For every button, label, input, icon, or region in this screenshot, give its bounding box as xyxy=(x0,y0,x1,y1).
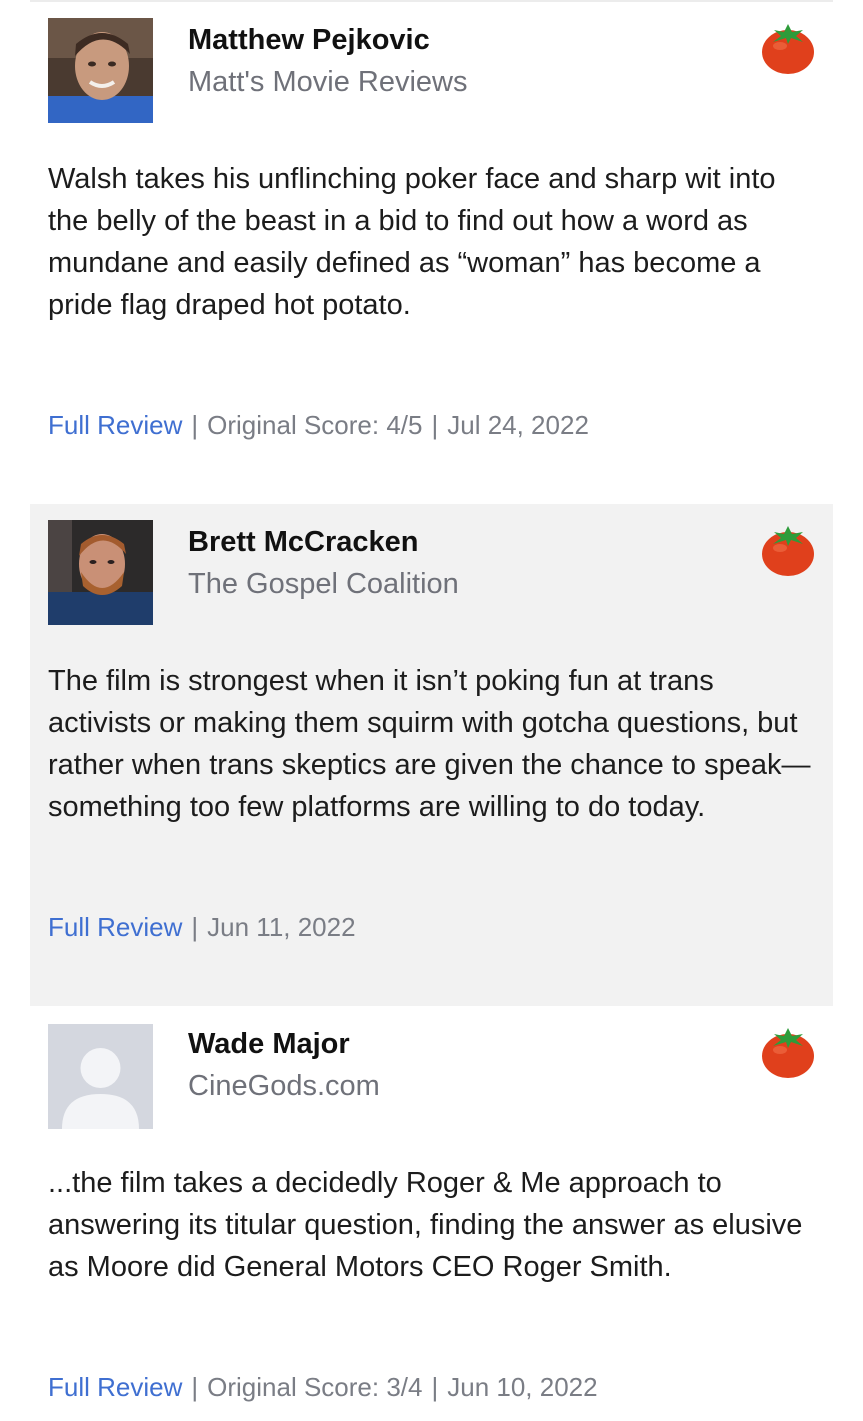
full-review-link[interactable]: Full Review xyxy=(48,1372,182,1402)
publication-name[interactable]: The Gospel Coalition xyxy=(188,568,459,601)
original-score: Original Score: 3/4 xyxy=(207,1372,423,1402)
review-quote: The film is strongest when it isn’t poki… xyxy=(48,665,811,823)
publication-name[interactable]: Matt's Movie Reviews xyxy=(188,66,468,99)
review-date: Jun 10, 2022 xyxy=(447,1372,598,1402)
full-review-link[interactable]: Full Review xyxy=(48,410,182,440)
original-score: Original Score: 4/5 xyxy=(207,410,423,440)
review-meta: Full Review | Original Score: 3/4 | Jun 10, … xyxy=(48,1372,598,1403)
critic-avatar[interactable] xyxy=(48,18,153,123)
review-meta: Full Review | Original Score: 4/5 | Jul 24, … xyxy=(48,410,589,441)
review-date: Jun 11, 2022 xyxy=(207,912,356,942)
critic-name[interactable]: Matthew Pejkovic xyxy=(188,24,430,57)
publication-name[interactable]: CineGods.com xyxy=(188,1070,380,1103)
fresh-tomato-icon xyxy=(762,526,814,576)
fresh-tomato-icon xyxy=(762,1028,814,1078)
review-date: Jul 24, 2022 xyxy=(447,410,589,440)
review-meta: Full Review | Jun 11, 2022 xyxy=(48,912,356,943)
review-card: Brett McCracken The Gospel Coalition The… xyxy=(30,504,833,1006)
full-review-link[interactable]: Full Review xyxy=(48,912,182,942)
meta-separator: | xyxy=(431,1372,439,1402)
meta-separator: | xyxy=(191,912,199,942)
review-quote: Walsh takes his unflinching poker face a… xyxy=(48,163,776,321)
meta-separator: | xyxy=(431,410,439,440)
critic-name[interactable]: Brett McCracken xyxy=(188,526,418,559)
critic-name[interactable]: Wade Major xyxy=(188,1028,350,1061)
critic-avatar-placeholder[interactable] xyxy=(48,1024,153,1129)
review-card: Matthew Pejkovic Matt's Movie Reviews Wa… xyxy=(30,2,833,502)
review-card: Wade Major CineGods.com ...the film take… xyxy=(30,1006,833,1421)
critic-avatar[interactable] xyxy=(48,520,153,625)
fresh-tomato-icon xyxy=(762,24,814,74)
review-quote: ...the film takes a decidedly Roger & Me… xyxy=(48,1167,803,1283)
meta-separator: | xyxy=(191,1372,199,1402)
meta-separator: | xyxy=(191,410,199,440)
